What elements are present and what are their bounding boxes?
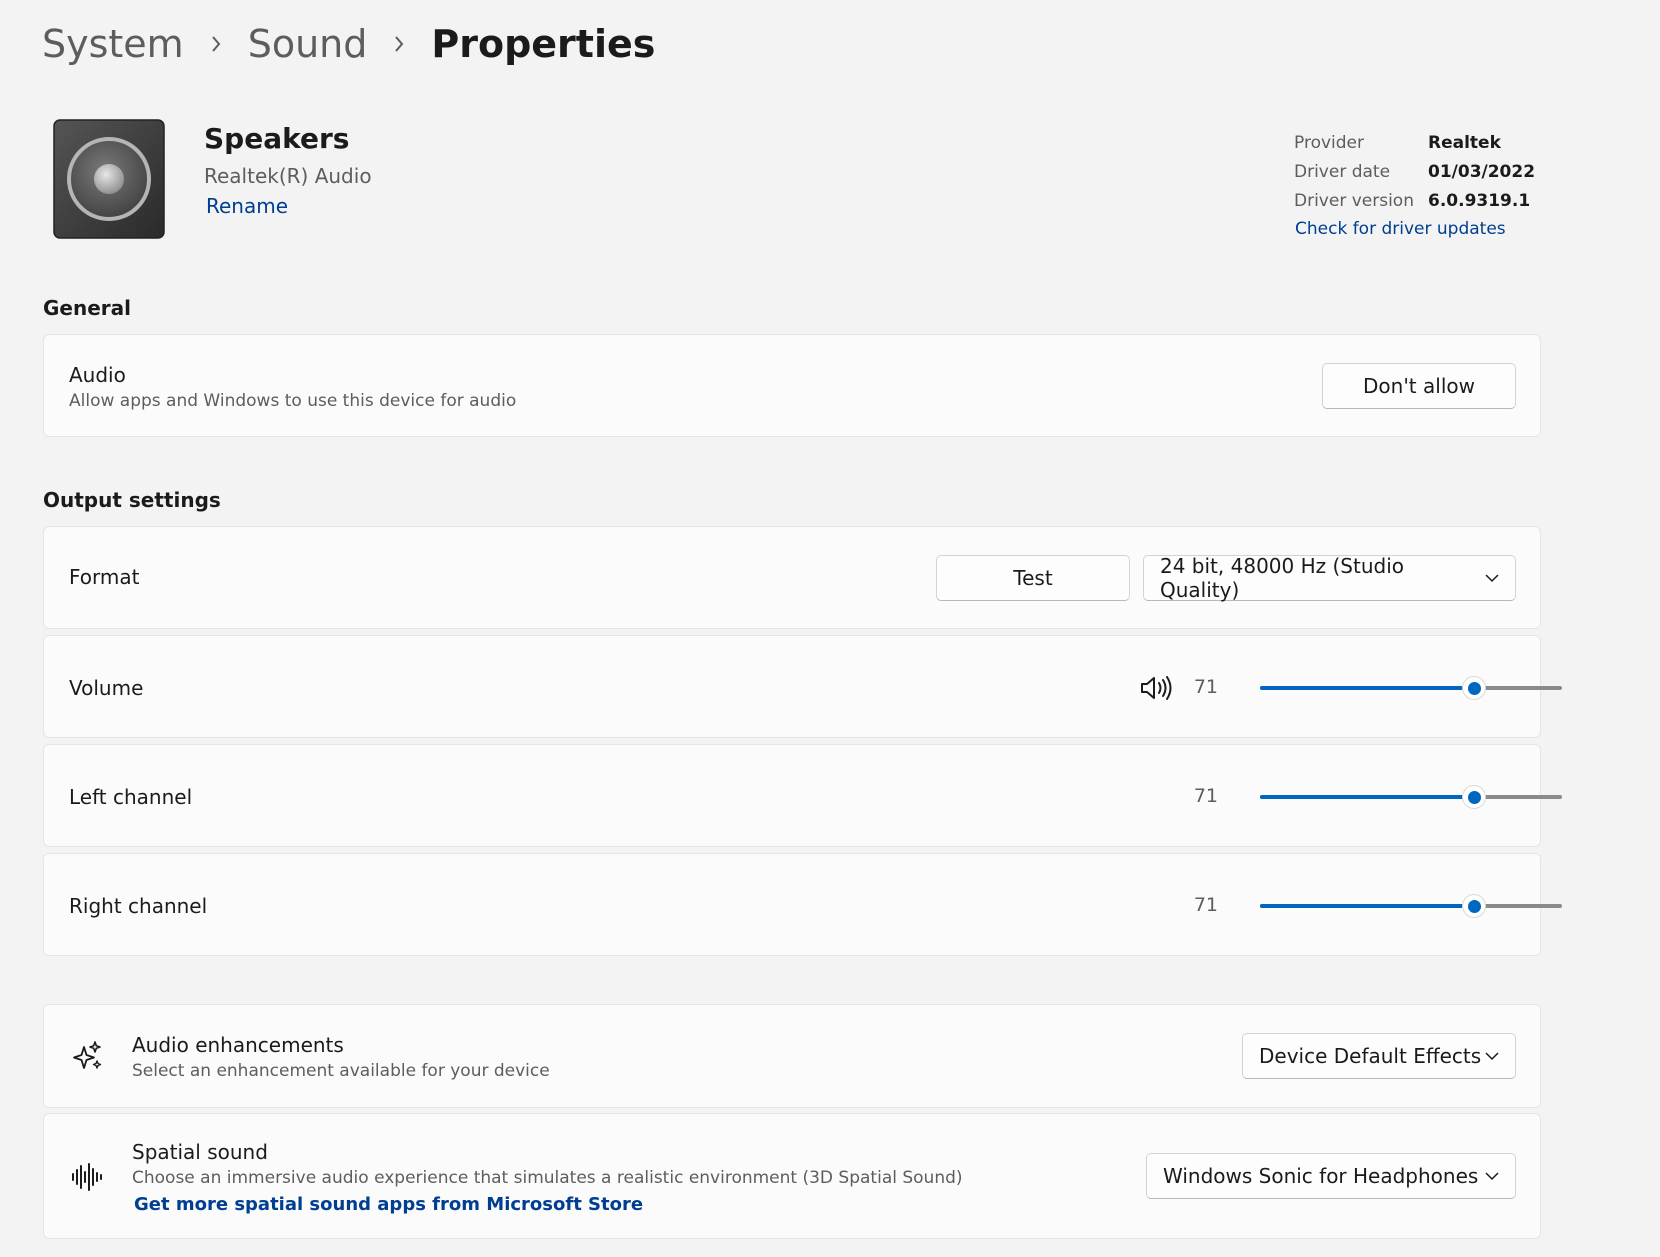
spatial-sound-card: Spatial sound Choose an immersive audio … bbox=[43, 1113, 1541, 1239]
spatial-sound-selected: Windows Sonic for Headphones bbox=[1163, 1164, 1479, 1188]
audio-description: Allow apps and Windows to use this devic… bbox=[69, 391, 517, 411]
chevron-down-icon bbox=[1485, 1048, 1501, 1064]
volume-value: 71 bbox=[1193, 676, 1218, 698]
volume-slider[interactable] bbox=[1260, 676, 1562, 700]
right-channel-card: Right channel 71 bbox=[43, 853, 1562, 956]
left-channel-title: Left channel bbox=[69, 785, 193, 809]
audio-enhancements-selected: Device Default Effects bbox=[1259, 1044, 1482, 1068]
device-name: Speakers bbox=[204, 122, 350, 155]
driver-version-value: 6.0.9319.1 bbox=[1428, 190, 1531, 211]
speaker-volume-icon[interactable] bbox=[1139, 674, 1173, 706]
output-settings-heading: Output settings bbox=[43, 488, 221, 512]
device-subtitle: Realtek(R) Audio bbox=[204, 164, 372, 188]
driver-version-label: Driver version bbox=[1294, 190, 1414, 211]
page-title: Properties bbox=[431, 22, 656, 66]
chevron-down-icon bbox=[1485, 570, 1501, 586]
speaker-icon bbox=[52, 118, 166, 240]
spatial-sound-icon bbox=[71, 1162, 103, 1196]
driver-date-label: Driver date bbox=[1294, 161, 1391, 182]
format-title: Format bbox=[69, 565, 140, 589]
rename-link[interactable]: Rename bbox=[206, 194, 288, 218]
left-channel-value: 71 bbox=[1193, 785, 1218, 807]
format-card: Format Test 24 bit, 48000 Hz (Studio Qua… bbox=[43, 526, 1541, 629]
chevron-down-icon bbox=[1485, 1168, 1501, 1184]
breadcrumb-system[interactable]: System bbox=[42, 22, 184, 66]
breadcrumb-sound[interactable]: Sound bbox=[248, 22, 368, 66]
chevron-right-icon bbox=[184, 35, 248, 53]
left-channel-slider[interactable] bbox=[1260, 785, 1562, 809]
left-channel-card: Left channel 71 bbox=[43, 744, 1562, 847]
slider-fill bbox=[1260, 795, 1475, 799]
format-dropdown[interactable]: 24 bit, 48000 Hz (Studio Quality) bbox=[1143, 554, 1516, 602]
sparkle-icon bbox=[71, 1039, 103, 1077]
right-channel-title: Right channel bbox=[69, 894, 208, 918]
general-heading: General bbox=[43, 296, 131, 320]
slider-thumb[interactable] bbox=[1462, 894, 1487, 918]
check-driver-updates-link[interactable]: Check for driver updates bbox=[1295, 219, 1506, 239]
right-channel-value: 71 bbox=[1193, 894, 1218, 916]
audio-enhancements-description: Select an enhancement available for your… bbox=[132, 1061, 550, 1081]
right-channel-slider[interactable] bbox=[1260, 894, 1562, 918]
spatial-sound-dropdown[interactable]: Windows Sonic for Headphones bbox=[1146, 1153, 1516, 1199]
driver-date-value: 01/03/2022 bbox=[1428, 161, 1536, 182]
spatial-sound-title: Spatial sound bbox=[132, 1140, 268, 1164]
audio-card: Audio Allow apps and Windows to use this… bbox=[43, 334, 1541, 437]
provider-label: Provider bbox=[1294, 132, 1364, 153]
slider-fill bbox=[1260, 904, 1475, 908]
audio-enhancements-card: Audio enhancements Select an enhancement… bbox=[43, 1004, 1541, 1108]
chevron-right-icon bbox=[367, 35, 431, 53]
driver-info: Provider Realtek Driver date 01/03/2022 Dr… bbox=[1294, 128, 1535, 215]
provider-value: Realtek bbox=[1428, 132, 1501, 153]
volume-title: Volume bbox=[69, 676, 144, 700]
audio-title: Audio bbox=[69, 363, 126, 387]
spatial-sound-description: Choose an immersive audio experience tha… bbox=[132, 1168, 963, 1188]
dont-allow-button[interactable]: Don't allow bbox=[1322, 363, 1516, 409]
test-button[interactable]: Test bbox=[936, 555, 1130, 601]
slider-fill bbox=[1260, 686, 1475, 690]
microsoft-store-link[interactable]: Get more spatial sound apps from Microso… bbox=[134, 1194, 643, 1215]
breadcrumb: System Sound Properties bbox=[42, 14, 655, 74]
slider-thumb[interactable] bbox=[1462, 676, 1487, 700]
audio-enhancements-dropdown[interactable]: Device Default Effects bbox=[1242, 1033, 1516, 1079]
slider-thumb[interactable] bbox=[1462, 785, 1487, 809]
format-selected: 24 bit, 48000 Hz (Studio Quality) bbox=[1160, 554, 1404, 602]
audio-enhancements-title: Audio enhancements bbox=[132, 1033, 344, 1057]
volume-card: Volume 71 bbox=[43, 635, 1562, 738]
